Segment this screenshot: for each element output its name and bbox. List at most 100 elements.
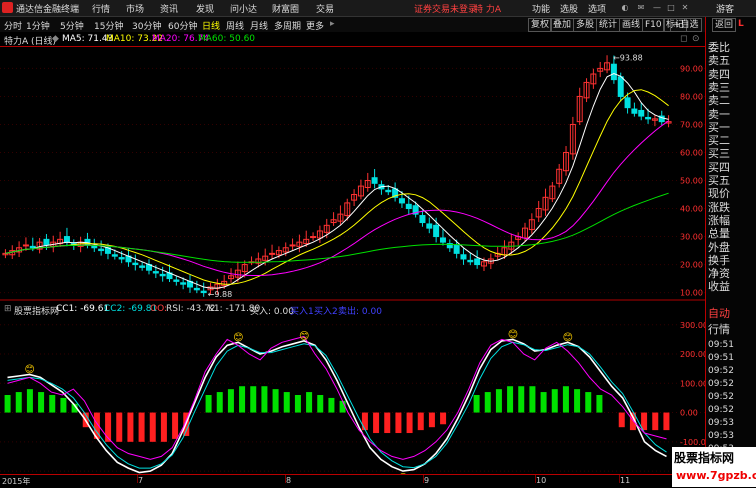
menu-item-discover[interactable]: 发现 [196, 2, 214, 15]
ind-y-tick-label: 0.00 [680, 409, 698, 418]
date-tick-mark: | [422, 474, 425, 483]
toolbar-multi-stock-button[interactable]: 多股 [573, 18, 598, 32]
k-candle-body [371, 177, 378, 184]
ind-bar [49, 395, 56, 413]
menu-function[interactable]: 功能 [532, 2, 550, 15]
cc1-value: CC1: -69.61 [56, 304, 110, 314]
toolbar-draw-button[interactable]: 画线 [619, 18, 644, 32]
period-tab-multi[interactable]: 多周期 [274, 19, 301, 32]
k-y-tick-label: 80.00 [680, 92, 703, 101]
period-tab-60min[interactable]: 60分钟 [168, 19, 197, 32]
ind-bar [172, 412, 179, 439]
ind-bar [495, 389, 502, 413]
k-candle-body [22, 244, 29, 247]
tick-time: 09:52 [708, 379, 734, 389]
ind-bar [294, 395, 301, 413]
k-candle-body [132, 262, 139, 266]
maximize-icon[interactable]: □ [666, 3, 676, 12]
ind-bar [618, 412, 625, 428]
more-chevron-icon[interactable]: ▸ [330, 19, 335, 29]
ind-bar [138, 412, 145, 442]
toolbar-back-button[interactable]: 返回 [712, 18, 737, 32]
menu-item-quotes[interactable]: 行情 [92, 2, 110, 15]
guest-label[interactable]: 游客 [716, 2, 734, 15]
k-candle-body [624, 97, 631, 109]
menu-item-trade[interactable]: 交易 [316, 2, 334, 15]
date-tick-mark: | [284, 474, 287, 483]
indicator-legend: ⊞ 股票指标网 CC1: -69.61 CC2: -69.81 OO: RSI:… [0, 303, 705, 317]
period-tab-more[interactable]: 更多 [306, 19, 324, 32]
k-candle-body [152, 271, 159, 274]
menu-stock-picker[interactable]: 选股 [560, 2, 578, 15]
k-candle-body [617, 76, 624, 97]
tick-time: 09:53 [708, 431, 734, 441]
ind-bar [540, 392, 547, 413]
ind-signal-smiley: 😊 [24, 365, 34, 376]
tick-time: 09:52 [708, 366, 734, 376]
menu-item-ask[interactable]: 问小达 [230, 2, 257, 15]
menu-item-wealth[interactable]: 财富圈 [272, 2, 299, 15]
toolbar-f10-button[interactable]: F10 [642, 18, 665, 32]
period-tab-monthly[interactable]: 月线 [250, 19, 268, 32]
k-y-tick-label: 30.00 [680, 233, 703, 242]
top-menu-bar: 通达信金融终端 行情 市场 资讯 发现 问小达 财富圈 交易 证券交易未登录 特… [0, 0, 756, 17]
ind-bar [149, 412, 156, 442]
k-candle-body [98, 248, 105, 252]
auto-label[interactable]: 自动 [708, 305, 730, 321]
ind-bar [428, 412, 435, 428]
ind-bar [484, 392, 491, 413]
ind-bar [205, 395, 212, 413]
ind-bar [585, 392, 592, 413]
period-tab-weekly[interactable]: 周线 [226, 19, 244, 32]
k-candle-body [118, 257, 125, 260]
close-icon[interactable]: ✕ [680, 3, 690, 12]
k-low-annotation: ←9.88 [208, 290, 233, 299]
ind-y-tick-label: 100.00 [680, 379, 705, 388]
watermark-title: 股票指标网 [674, 451, 735, 465]
skin-icon[interactable]: ◐ [620, 3, 630, 12]
expand-icon[interactable]: ◻ [680, 34, 687, 44]
menu-options[interactable]: 选项 [588, 2, 606, 15]
indicator-chart[interactable]: 300.00200.00100.000.00-100.00-200.00 😊😊😊… [0, 316, 705, 474]
period-tab-5min[interactable]: 5分钟 [60, 19, 84, 32]
period-toolbar: 分时 1分钟 5分钟 15分钟 30分钟 60分钟 日线 周线 月线 多周期 更… [0, 17, 705, 32]
message-icon[interactable]: ✉ [636, 3, 646, 12]
k-y-tick-label: 10.00 [680, 289, 703, 298]
date-tick-label: 2015年 [2, 477, 31, 486]
period-tab-1min[interactable]: 1分钟 [26, 19, 50, 32]
k-candle-body [398, 198, 405, 204]
toolbar-stats-button[interactable]: 统计 [596, 18, 621, 32]
k-y-tick-label: 70.00 [680, 120, 703, 129]
settings-icon[interactable]: ⊙ [692, 34, 700, 44]
toolbar-overlay-button[interactable]: 叠加 [550, 18, 575, 32]
ind-bar [384, 412, 391, 434]
toolbar-adjust-button[interactable]: 复权 [528, 18, 553, 32]
k-y-tick-label: 50.00 [680, 177, 703, 186]
watermark: 股票指标网 www.7gpzb.com [672, 447, 756, 487]
tick-time: 09:51 [708, 340, 734, 350]
period-tab-30min[interactable]: 30分钟 [132, 19, 161, 32]
k-candle-body [474, 258, 481, 266]
ind-bar [38, 392, 45, 413]
ma60-value: MA60: 50.60 [198, 34, 256, 44]
ind-bar [339, 400, 346, 413]
period-tab-intraday[interactable]: 分时 [4, 19, 22, 32]
minimize-icon[interactable]: — [652, 3, 662, 12]
kline-chart[interactable]: 10.00 20.00 30.00 40.00 50.00 60.00 70.00 80.00… [0, 46, 705, 301]
date-tick-label: 7 [138, 476, 144, 485]
menu-item-news[interactable]: 资讯 [160, 2, 178, 15]
date-tick-label: 10 [536, 476, 547, 485]
period-tab-daily[interactable]: 日线 [202, 19, 220, 32]
ind-bar [395, 412, 402, 434]
date-tick-label: 9 [424, 476, 430, 485]
login-status[interactable]: 证券交易未登录 [414, 2, 477, 15]
toolbar-add-watch-button[interactable]: +自选 [670, 18, 702, 32]
tick-time: 09:51 [708, 353, 734, 363]
period-tab-15min[interactable]: 15分钟 [94, 19, 123, 32]
ind-bar [306, 392, 313, 413]
ind-bar [361, 412, 368, 431]
k-candle-body [91, 245, 98, 249]
ind-bar [239, 386, 246, 413]
menu-item-market[interactable]: 市场 [126, 2, 144, 15]
k-candle-body [419, 215, 426, 224]
